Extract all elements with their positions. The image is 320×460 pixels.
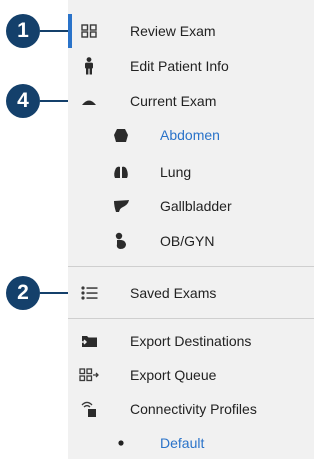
queue-icon: [78, 364, 100, 386]
callout-leader: [40, 100, 68, 102]
callout-badge: 4: [6, 84, 40, 118]
callout-leader: [40, 30, 68, 32]
menu-item-label: Export Queue: [130, 367, 217, 383]
bullet-icon: [110, 432, 132, 454]
divider: [68, 318, 314, 319]
caret-up-icon: [78, 90, 100, 112]
torso-icon: [110, 124, 132, 146]
menu-item-label: Saved Exams: [130, 285, 217, 301]
menu-item-review-exam[interactable]: Review Exam: [68, 14, 314, 48]
menu-item-label: Current Exam: [130, 93, 217, 109]
menu-item-saved-exams[interactable]: Saved Exams: [68, 276, 314, 310]
menu-item-label: Gallbladder: [160, 198, 232, 214]
menu-item-label: Lung: [160, 164, 192, 180]
menu-item-label: Abdomen: [160, 127, 220, 143]
liver-icon: [110, 195, 132, 217]
person-icon: [78, 55, 100, 77]
wifi-device-icon: [78, 398, 100, 420]
menu-item-label: Review Exam: [130, 23, 216, 39]
divider: [68, 266, 314, 267]
lungs-icon: [110, 161, 132, 183]
fetus-icon: [110, 230, 132, 252]
menu-item-export-queue[interactable]: Export Queue: [68, 358, 314, 392]
export-folder-icon: [78, 330, 100, 352]
menu-item-label: Edit Patient Info: [130, 58, 229, 74]
callout-badge: 1: [6, 14, 40, 48]
menu-item-connectivity-profiles[interactable]: Connectivity Profiles: [68, 392, 314, 426]
exam-type-ob-gyn[interactable]: OB/GYN: [68, 224, 314, 258]
menu-item-label: Connectivity Profiles: [130, 401, 257, 417]
exam-type-abdomen[interactable]: Abdomen: [68, 118, 314, 152]
callout-leader: [40, 292, 68, 294]
menu-item-current-exam[interactable]: Current Exam: [68, 84, 314, 118]
exam-type-lung[interactable]: Lung: [68, 155, 314, 189]
list-icon: [78, 282, 100, 304]
menu-item-label: Export Destinations: [130, 333, 252, 349]
menu-item-label: OB/GYN: [160, 233, 215, 249]
callout-badge: 2: [6, 276, 40, 310]
profile-default[interactable]: Default: [68, 426, 314, 460]
menu-item-label: Default: [160, 435, 205, 451]
exam-type-gallbladder[interactable]: Gallbladder: [68, 189, 314, 223]
grid-icon: [78, 20, 100, 42]
menu-item-export-destinations[interactable]: Export Destinations: [68, 324, 314, 358]
menu-item-edit-patient-info[interactable]: Edit Patient Info: [68, 49, 314, 83]
